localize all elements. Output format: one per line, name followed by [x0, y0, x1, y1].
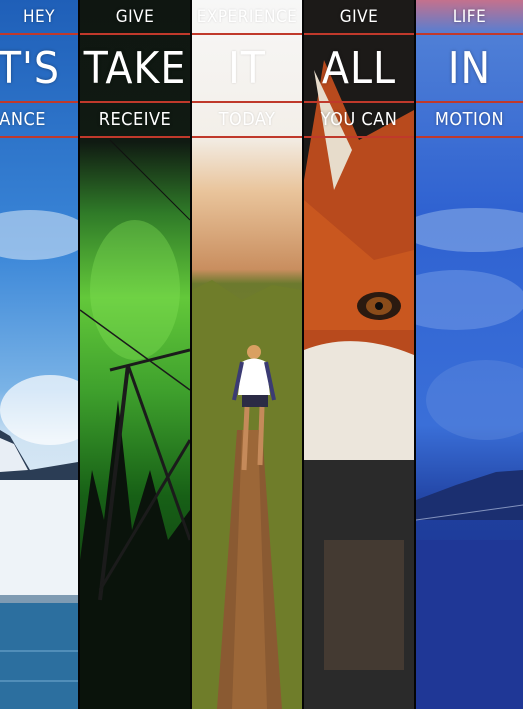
frame-line	[192, 101, 302, 103]
panel-divider	[302, 0, 304, 709]
panel-top-word: GIVE	[115, 7, 155, 27]
panel-blue-sky[interactable]: LIFE IN MOTION	[416, 0, 523, 709]
frame-line	[416, 33, 523, 35]
panel-divider	[190, 0, 192, 709]
panel-bottom-word: TODAY	[218, 109, 276, 130]
panel-main-word: TAKE	[83, 42, 187, 94]
panel-top-word: HEY	[22, 7, 55, 27]
panel-top-word: EXPERIENCE	[196, 7, 298, 27]
panel-aurora-powerline[interactable]: GIVE TAKE RECEIVE	[80, 0, 190, 709]
panel-main-word: LET'S	[0, 42, 60, 94]
panel-trail-hiker[interactable]: EXPERIENCE IT TODAY	[192, 0, 302, 709]
frame-line	[416, 101, 523, 103]
frame-line	[192, 136, 302, 138]
frame-line	[80, 33, 190, 35]
frame-line	[0, 101, 78, 103]
panel-fox[interactable]: GIVE ALL YOU CAN	[304, 0, 414, 709]
panel-bottom-word: YOU CAN	[320, 109, 398, 130]
panel-bottom-word: DANCE	[0, 109, 46, 130]
frame-line	[0, 33, 78, 35]
frame-line	[416, 136, 523, 138]
panel-main-word: IT	[228, 42, 266, 94]
panel-top-word: LIFE	[452, 7, 487, 27]
frame-line	[80, 101, 190, 103]
panel-main-word: ALL	[321, 42, 397, 94]
panel-bottom-word: RECEIVE	[98, 109, 172, 130]
frame-line	[0, 136, 78, 138]
panel-sky-mountain[interactable]: HEY LET'S DANCE	[0, 0, 78, 709]
frame-line	[304, 33, 414, 35]
frame-line	[192, 33, 302, 35]
panel-divider	[414, 0, 416, 709]
panel-bottom-word: MOTION	[434, 109, 505, 130]
panel-divider	[78, 0, 80, 709]
collage-stage: HEY LET'S DANCE	[0, 0, 523, 709]
frame-line	[80, 136, 190, 138]
panel-main-word: IN	[447, 42, 492, 94]
panel-top-word: GIVE	[339, 7, 379, 27]
frame-line	[304, 101, 414, 103]
frame-line	[304, 136, 414, 138]
